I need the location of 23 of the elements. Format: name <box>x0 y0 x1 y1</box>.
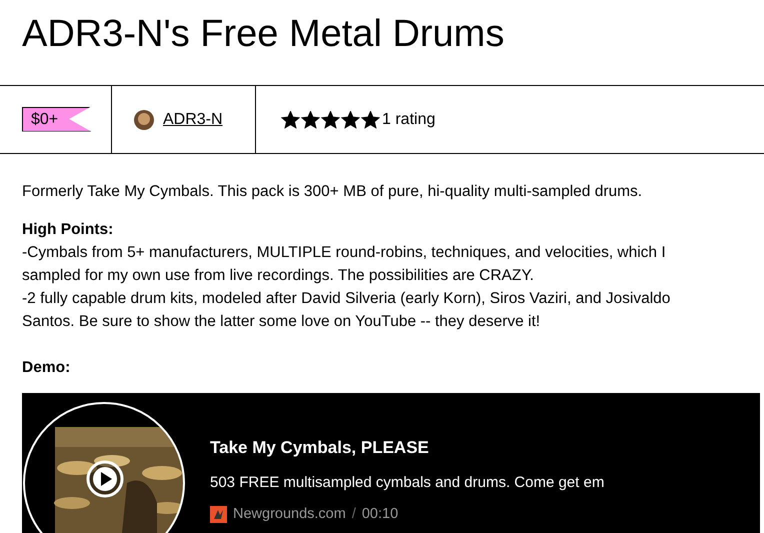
section-heading: High Points: <box>22 220 114 240</box>
separator: / <box>352 505 356 524</box>
author-link[interactable]: ADR3-N <box>163 108 223 132</box>
star-icon <box>361 110 380 128</box>
avatar-icon <box>134 110 154 130</box>
price-tag: $0+ <box>22 106 92 132</box>
rating-count: 1 rating <box>382 110 436 130</box>
site-logo-icon <box>210 506 227 524</box>
star-icon <box>281 110 300 128</box>
play-icon[interactable] <box>85 459 125 499</box>
section-heading: Demo: <box>22 358 72 378</box>
media-embed[interactable]: Take My Cymbals, PLEASE 503 FREE multisampled cymbals and drums. Come get em Newgrounds.com / 00:10 <box>22 393 760 533</box>
description-text: -Cymbals from 5+ manufacturers, MULTIPLE round-robins, techniques, and velocities, which I sampled for my own use from live recordings. The possibilities are CRAZY. <box>22 243 667 286</box>
embed-duration: 00:10 <box>362 505 398 524</box>
embed-description: 503 FREE multisampled cymbals and drums. Come get em <box>210 472 604 492</box>
product-title: ADR3-N's Free Metal Drums <box>21 12 506 57</box>
star-icon <box>301 110 320 128</box>
embed-source: Newgrounds.com <box>233 505 346 524</box>
star-icon <box>341 110 360 128</box>
description-text: Formerly Take My Cymbals. This pack is 300+ MB of pure, hi-quality multi-sampled drums. <box>22 182 644 202</box>
embed-title: Take My Cymbals, PLEASE <box>210 437 430 459</box>
star-icon <box>321 110 340 128</box>
description-text: -2 fully capable drum kits, modeled after David Silveria (early Korn), Siros Vaziri, and Josivaldo Santos. Be sure to show the latter some love on YouTube -- they deserve it! <box>22 289 672 332</box>
